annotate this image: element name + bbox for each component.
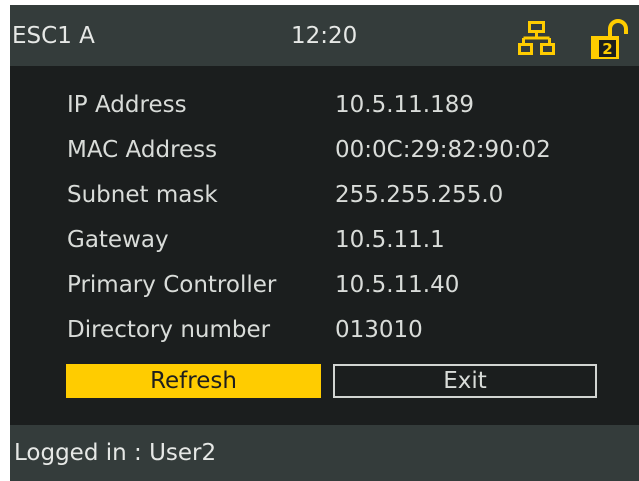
network-icon	[518, 21, 555, 55]
info-label: IP Address	[67, 92, 187, 118]
info-row-gateway: Gateway 10.5.11.1	[67, 220, 627, 265]
footer-bar: Logged in : User2	[10, 425, 639, 481]
info-value: 00:0C:29:82:90:02	[335, 137, 551, 163]
info-value: 013010	[335, 317, 423, 343]
info-label: Directory number	[67, 317, 271, 343]
info-value: 255.255.255.0	[335, 182, 504, 208]
info-label: MAC Address	[67, 137, 218, 163]
info-value: 10.5.11.1	[335, 227, 445, 253]
info-value: 10.5.11.40	[335, 272, 460, 298]
device-name: ESC1 A	[12, 23, 95, 49]
refresh-button[interactable]: Refresh	[66, 364, 321, 398]
info-row-primary-controller: Primary Controller 10.5.11.40	[67, 265, 627, 310]
network-info-table: IP Address 10.5.11.189 MAC Address 00:0C…	[67, 85, 627, 355]
lock-level-label: 2	[602, 40, 612, 58]
info-label: Gateway	[67, 227, 169, 253]
info-value: 10.5.11.189	[335, 92, 474, 118]
unlocked-padlock-icon: 2	[591, 19, 628, 59]
info-label: Subnet mask	[67, 182, 218, 208]
status-bar: ESC1 A 12:20 2	[10, 5, 639, 66]
info-row-directory-number: Directory number 013010	[67, 310, 627, 355]
device-screen: ESC1 A 12:20 2 IP Address 10.5.11.189 MA…	[10, 5, 639, 481]
exit-button[interactable]: Exit	[333, 364, 597, 398]
clock: 12:20	[291, 23, 358, 49]
info-row-mac-address: MAC Address 00:0C:29:82:90:02	[67, 130, 627, 175]
login-status: Logged in : User2	[14, 440, 217, 466]
info-row-ip-address: IP Address 10.5.11.189	[67, 85, 627, 130]
info-row-subnet-mask: Subnet mask 255.255.255.0	[67, 175, 627, 220]
info-label: Primary Controller	[67, 272, 277, 298]
